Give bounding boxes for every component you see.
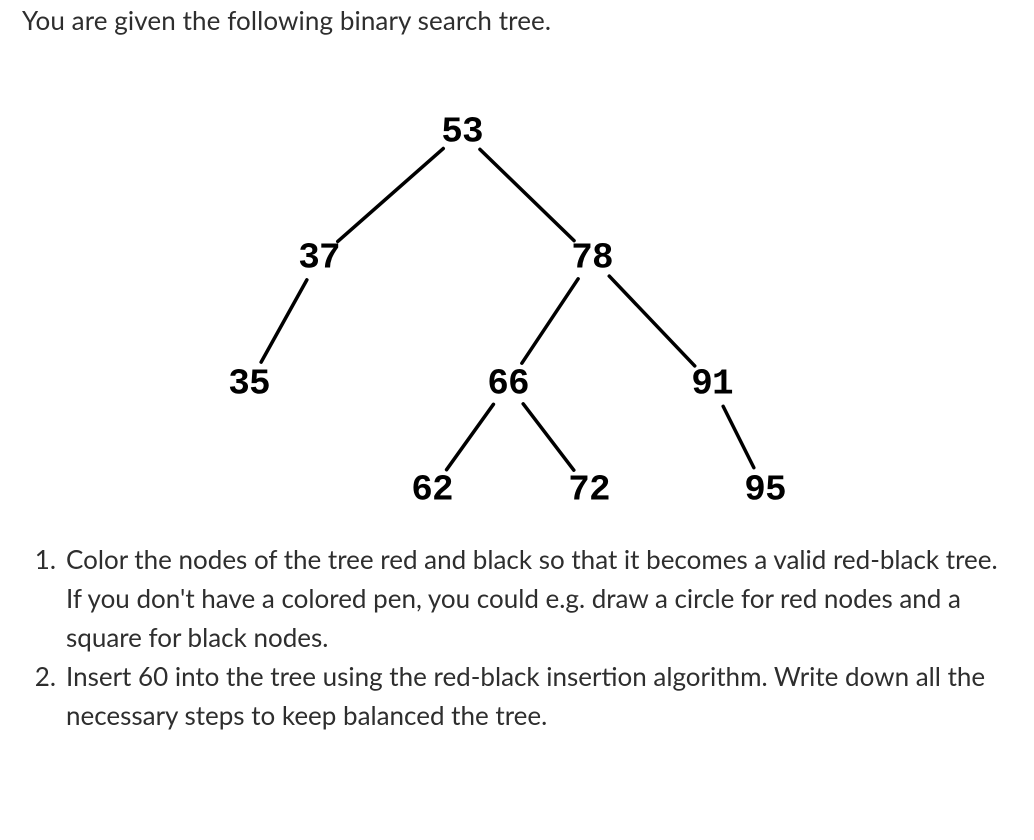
tree-edge — [338, 148, 443, 241]
tree-node-37: 37 — [298, 237, 340, 278]
bst-diagram: 53 37 78 35 66 91 62 72 95 — [22, 50, 1012, 540]
tree-node-78: 78 — [571, 237, 613, 278]
tree-node-62: 62 — [411, 469, 453, 510]
tree-edge — [447, 404, 494, 469]
tree-edge — [480, 149, 574, 240]
intro-text: You are given the following binary searc… — [22, 2, 1012, 40]
tree-node-95: 95 — [744, 469, 786, 510]
tree-node-53: 53 — [441, 111, 483, 152]
tree-node-91: 91 — [691, 363, 733, 404]
tree-edge — [522, 278, 578, 362]
tree-edges — [22, 50, 1034, 540]
tree-edge — [723, 406, 754, 467]
question-1: 1. Color the nodes of the tree red and b… — [22, 540, 1012, 657]
tree-edge — [609, 276, 695, 366]
questions-list: 1. Color the nodes of the tree red and b… — [22, 540, 1012, 735]
question-text: Insert 60 into the tree using the red-bl… — [66, 657, 1012, 735]
question-2: 2. Insert 60 into the tree using the red… — [22, 657, 1012, 735]
tree-edge — [261, 280, 307, 362]
tree-edge — [523, 404, 574, 470]
question-text: Color the nodes of the tree red and blac… — [66, 540, 1012, 657]
tree-node-66: 66 — [487, 363, 529, 404]
tree-node-72: 72 — [568, 469, 610, 510]
tree-node-35: 35 — [228, 363, 270, 404]
question-number: 1. — [22, 540, 66, 657]
question-number: 2. — [22, 657, 66, 735]
